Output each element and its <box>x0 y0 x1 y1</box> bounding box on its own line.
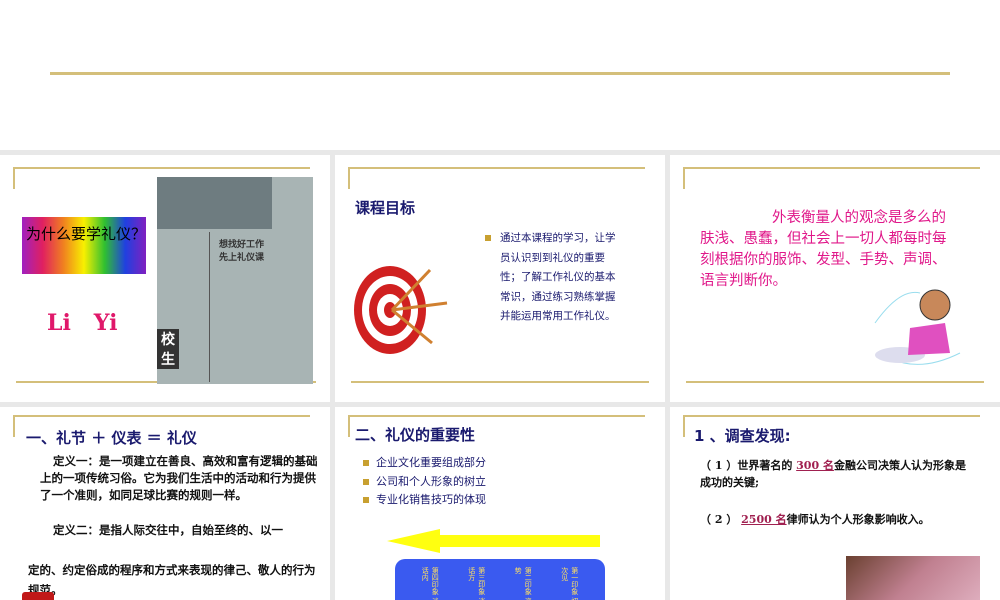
bullet-text: 公司和个人形象的树立 <box>376 474 486 488</box>
box-column: 第四印象 谈话内 <box>421 567 440 600</box>
bullet-item: 专业化销售技巧的体现 <box>363 491 486 510</box>
pinyin-text: Li Yi <box>47 310 118 336</box>
item-number: 2500 名 <box>741 513 787 526</box>
cartoon-man-icon <box>874 289 961 365</box>
survey-item-1: （ 1 ）世界著名的 300 名金融公司决策人认为形象是成功的关键; <box>700 457 975 491</box>
red-stamp-icon <box>22 592 54 600</box>
box-column: 第一印象 初次见 <box>560 567 579 600</box>
divider-line <box>348 167 350 189</box>
bullet-list: 企业文化重要组成部分 公司和个人形象的树立 专业化销售技巧的体现 <box>363 454 486 510</box>
impression-box: 第一印象 初次见 第二印象 姿势 第三印象 谈话方 第四印象 谈话内 <box>395 559 605 600</box>
bullet-item: 通过本课程的学习，让学员认识到到礼仪的重要性；了解工作礼仪的基本常识，通过练习熟… <box>485 229 625 327</box>
divider-line <box>348 415 645 417</box>
rainbow-box: 为什么要学礼仪？ <box>22 217 146 274</box>
quote-text: 外表衡量人的观念是多么的肤浅、愚蠢，但社会上一切人都每时每刻根据你的服饰、发型、… <box>700 210 947 289</box>
bullet-text: 企业文化重要组成部分 <box>376 456 486 469</box>
divider-line <box>50 72 950 75</box>
newspaper-side: 校 生 <box>157 329 179 369</box>
slide-thumbnail-5[interactable]: 二、礼仪的重要性 企业文化重要组成部分 公司和个人形象的树立 专业化销售技巧的体… <box>335 407 665 600</box>
definition-one: 定义一：是一项建立在善良、高效和富有逻辑的基础上的一项传统习俗。它为我们生活中的… <box>40 454 318 502</box>
divider-line <box>13 415 15 437</box>
question-text: 为什么要学礼仪？ <box>26 225 147 243</box>
box-column: 第二印象 姿势 <box>514 567 533 600</box>
slide-title: 二、礼仪的重要性 <box>355 426 476 444</box>
newspaper-photo: 想找好工作先上礼仪课 校 生 <box>157 177 313 384</box>
slide-top[interactable] <box>0 0 1000 150</box>
slide-thumbnail-3[interactable]: 外表衡量人的观念是多么的肤浅、愚蠢，但社会上一切人都每时每刻根据你的服饰、发型、… <box>670 155 1000 402</box>
target-icon <box>354 266 448 354</box>
definition-two-continued: 定的、约定俗成的程序和方式来表现的律己、敬人的行为规范。 <box>28 563 316 597</box>
item-text: （ 2 ） <box>700 513 742 526</box>
divider-line <box>351 381 649 383</box>
divider-line <box>348 415 350 437</box>
bullet-text: 专业化销售技巧的体现 <box>376 493 486 506</box>
slide-thumbnail-2[interactable]: 课程目标 通过本课程的学习，让学员认识到到礼仪的重要性；了解工作礼仪的基本常识，… <box>335 155 665 402</box>
divider-line <box>348 167 645 169</box>
newspaper-headline: 想找好工作先上礼仪课 <box>219 240 265 263</box>
divider-line <box>686 381 984 383</box>
item-number: 300 名 <box>796 459 834 472</box>
slide-thumbnail-6[interactable]: 1 、调查发现: （ 1 ）世界著名的 300 名金融公司决策人认为形象是成功的… <box>670 407 1000 600</box>
divider-line <box>13 415 310 417</box>
divider-line <box>13 167 15 189</box>
divider-line <box>683 415 980 417</box>
bullet-text: 通过本课程的学习，让学员认识到到礼仪的重要性；了解工作礼仪的基本常识，通过练习熟… <box>500 232 616 322</box>
woman-photo <box>846 556 980 600</box>
slide-title: 课程目标 <box>355 199 416 217</box>
slide-thumbnail-1[interactable]: 为什么要学礼仪？ Li Yi 想找好工作先上礼仪课 校 生 <box>0 155 330 402</box>
slide-thumbnail-4[interactable]: 一、礼节 ＋ 仪表 ＝ 礼仪 定义一：是一项建立在善良、高效和富有逻辑的基础上的… <box>0 407 330 600</box>
box-column: 第三印象 谈话方 <box>467 567 486 600</box>
divider-line <box>683 167 980 169</box>
item-text: 律师认为个人形象影响收入。 <box>786 513 930 526</box>
definition-two: 定义二：是指人际交往中，自始至终的、以一 <box>53 523 283 537</box>
bullet-item: 公司和个人形象的树立 <box>363 473 486 492</box>
bullet-item: 企业文化重要组成部分 <box>363 454 486 473</box>
item-text: （ 1 ）世界著名的 <box>700 459 797 472</box>
slide-title: 1 、调查发现: <box>694 427 791 445</box>
survey-item-2: （ 2 ） 2500 名律师认为个人形象影响收入。 <box>700 511 975 528</box>
divider-line <box>13 167 310 169</box>
arrow-left-icon <box>387 529 600 553</box>
divider-line <box>683 167 685 189</box>
slide-title: 一、礼节 ＋ 仪表 ＝ 礼仪 <box>26 429 197 447</box>
divider-line <box>683 415 685 437</box>
